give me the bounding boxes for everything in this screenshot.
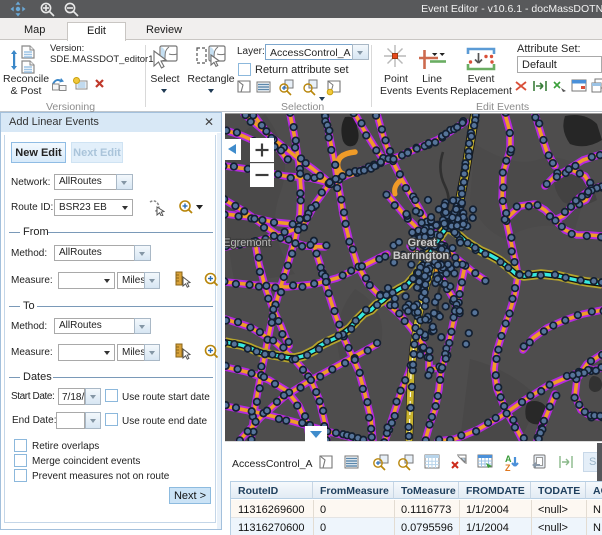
svg-text:Z: Z	[505, 463, 511, 472]
svg-text:Egremont: Egremont	[225, 237, 271, 249]
svg-text:Great: Great	[408, 237, 437, 249]
svg-text:Barrington: Barrington	[393, 250, 450, 262]
